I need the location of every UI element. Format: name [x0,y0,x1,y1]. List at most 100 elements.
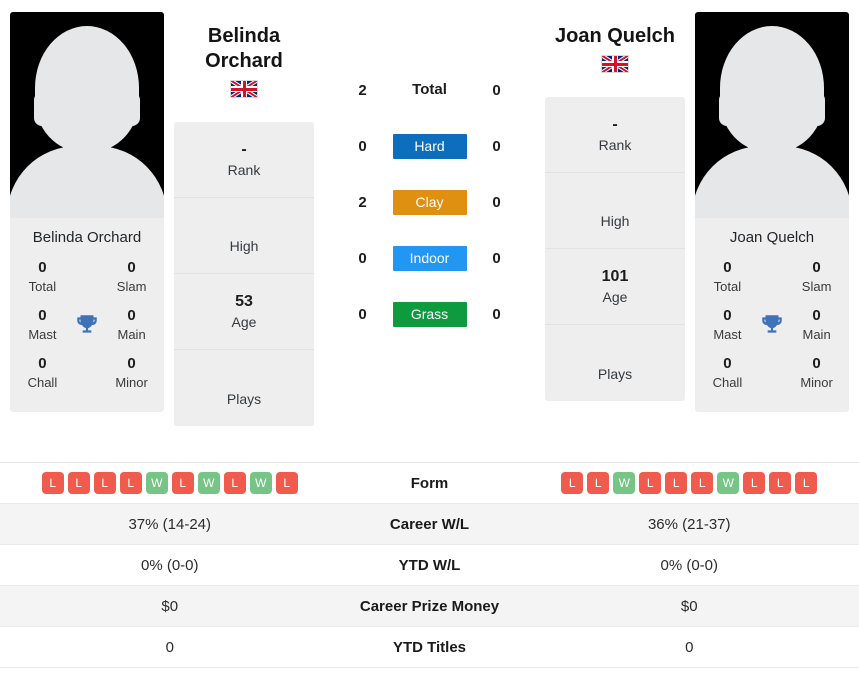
left-info-age: 53 Age [174,274,314,351]
form-badge-win[interactable]: W [613,472,636,494]
form-badge-loss[interactable]: L [587,472,610,494]
left-flag-line [174,74,314,98]
right-info-rank: - Rank [545,97,685,174]
left-info-rank: - Rank [174,122,314,199]
form-badge-loss[interactable]: L [119,472,142,494]
trophy-icon [69,312,105,338]
h2h-total-label: Total [412,81,447,98]
table-row-ytd-titles: 0 YTD Titles 0 [0,627,859,668]
titles-slam: 0 Slam [116,259,147,294]
form-badge-loss[interactable]: L [691,472,714,494]
h2h-hard-mid: Hard [386,133,474,159]
form-badge-loss[interactable]: L [665,472,688,494]
form-badge-win[interactable]: W [249,472,272,494]
left-player-caption: Belinda Orchard [10,218,164,256]
left-info-card: - Rank High 53 Age Plays [174,122,314,427]
titles-row-chall-minor: 0 Chall 0 Minor [16,352,158,400]
h2h-row-total: 2 Total 0 [340,62,520,118]
h2h-row-hard: 0 Hard 0 [340,118,520,174]
row-label-ytd-wl: YTD W/L [398,556,461,574]
table-row-ytd-wl: 0% (0-0) YTD W/L 0% (0-0) [0,545,859,586]
titles-row-mast-main: 0 Mast 0 Main [16,304,158,352]
form-badge-win[interactable]: W [145,472,168,494]
titles-row-total-slam: 0 Total 0 Slam [701,256,843,304]
trophy-icon [754,312,790,338]
form-badge-win[interactable]: W [197,472,220,494]
right-form-cell: LLWLLLWLLL [520,466,859,500]
uk-flag-icon [601,55,629,73]
form-badge-loss[interactable]: L [561,472,584,494]
h2h-clay-right: 0 [492,193,501,211]
form-badge-loss[interactable]: L [93,472,116,494]
titles-total: 0 Total [28,259,57,294]
form-badge-loss[interactable]: L [171,472,194,494]
left-career-wl: 37% (14-24) [128,515,212,533]
left-player-info-column: Belinda Orchard - Rank High 53 Age Plays [174,12,314,427]
h2h-row-indoor: 0 Indoor 0 [340,230,520,286]
titles-row-total-slam: 0 Total 0 Slam [16,256,158,304]
left-ytd-wl: 0% (0-0) [140,556,199,574]
right-info-high: High [545,173,685,250]
left-player-name[interactable]: Belinda Orchard [174,24,314,74]
titles-mast: 0 Mast [28,307,57,342]
surface-badge-indoor[interactable]: Indoor [392,245,467,271]
titles-chall: 0 Chall [712,355,743,390]
form-badge-loss[interactable]: L [795,472,818,494]
form-badge-loss[interactable]: L [639,472,662,494]
right-player-card[interactable]: Joan Quelch 0 Total 0 Slam 0 Mast 0 Main… [695,12,849,412]
titles-minor: 0 Minor [115,355,148,390]
form-badge-win[interactable]: W [717,472,740,494]
right-info-age: 101 Age [545,249,685,326]
h2h-row-grass: 0 Grass 0 [340,286,520,342]
form-badge-loss[interactable]: L [41,472,64,494]
h2h-clay-mid: Clay [386,189,474,215]
titles-chall: 0 Chall [27,355,58,390]
right-player-caption: Joan Quelch [695,218,849,256]
left-form-cell: LLLLWLWLWL [0,466,340,500]
right-flag-line [545,49,685,73]
table-row-career-prize-money: $0 Career Prize Money $0 [0,586,859,627]
right-info-card: - Rank High 101 Age Plays [545,97,685,402]
table-row-career-wl: 37% (14-24) Career W/L 36% (21-37) [0,504,859,545]
titles-row-chall-minor: 0 Chall 0 Minor [701,352,843,400]
right-ytd-wl: 0% (0-0) [660,556,719,574]
surface-badge-hard[interactable]: Hard [392,133,467,159]
comparison-stats-table: LLLLWLWLWL Form LLWLLLWLLL 37% (14-24) C… [0,462,859,668]
titles-mast: 0 Mast [713,307,742,342]
form-badge-loss[interactable]: L [275,472,298,494]
h2h-indoor-right: 0 [492,249,501,267]
right-titles-grid: 0 Total 0 Slam 0 Mast 0 Main 0 Chall 0 M… [695,256,849,412]
left-career-prize-money: $0 [161,597,179,615]
form-badge-loss[interactable]: L [743,472,766,494]
left-ytd-titles: 0 [165,638,174,656]
right-ytd-titles: 0 [685,638,694,656]
h2h-hard-left: 0 [358,137,367,155]
table-row-form: LLLLWLWLWL Form LLWLLLWLLL [0,463,859,504]
h2h-hard-right: 0 [492,137,501,155]
surface-badge-grass[interactable]: Grass [392,301,467,327]
h2h-row-clay: 2 Clay 0 [340,174,520,230]
right-player-column: Joan Quelch 0 Total 0 Slam 0 Mast 0 Main… [685,12,859,412]
left-info-plays: Plays [226,390,262,407]
form-badge-loss[interactable]: L [769,472,792,494]
left-titles-grid: 0 Total 0 Slam 0 Mast 0 Main 0 Chall 0 M… [10,256,164,412]
h2h-total-right: 0 [492,81,501,99]
h2h-grass-right: 0 [492,305,501,323]
form-badge-loss[interactable]: L [67,472,90,494]
right-info-plays: Plays [597,365,633,382]
player-comparison-page: Belinda Orchard 0 Total 0 Slam 0 Mast 0 … [0,0,859,689]
row-label-ytd-titles: YTD Titles [392,638,467,656]
left-player-card[interactable]: Belinda Orchard 0 Total 0 Slam 0 Mast 0 … [10,12,164,412]
form-badge-loss[interactable]: L [223,472,246,494]
titles-main: 0 Main [117,307,146,342]
titles-main: 0 Main [802,307,831,342]
titles-total: 0 Total [713,259,742,294]
right-player-name[interactable]: Joan Quelch [545,24,685,49]
left-form-strip: LLLLWLWLWL [8,472,332,494]
right-career-prize-money: $0 [680,597,698,615]
h2h-clay-left: 2 [358,193,367,211]
head-to-head-column: 2 Total 0 0 Hard 0 2 Clay 0 0 Indoor 0 0… [314,12,545,342]
surface-badge-clay[interactable]: Clay [392,189,467,215]
h2h-grass-left: 0 [358,305,367,323]
titles-row-mast-main: 0 Mast 0 Main [701,304,843,352]
